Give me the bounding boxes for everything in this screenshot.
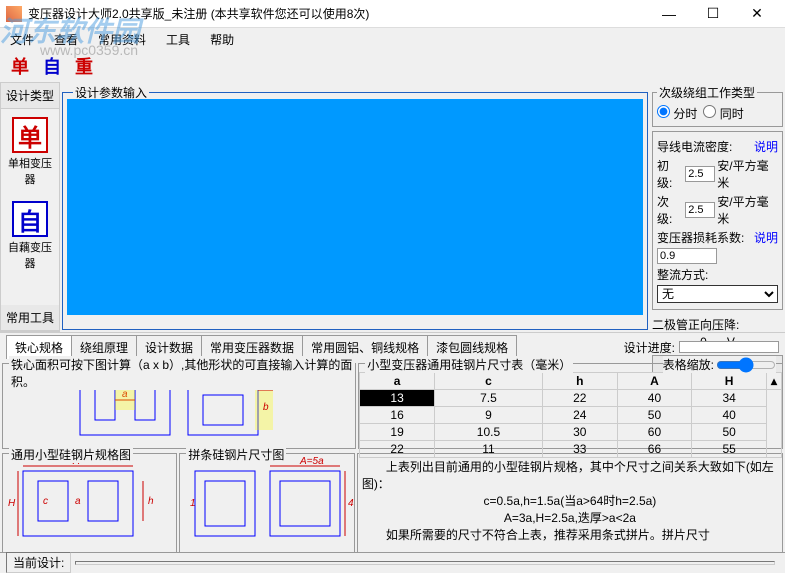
maximize-button[interactable]: ☐ bbox=[691, 1, 735, 27]
primary-label: 初级: bbox=[657, 157, 683, 191]
svg-text:1: 1 bbox=[190, 498, 196, 509]
sidebar-tab-tools[interactable]: 常用工具 bbox=[1, 305, 59, 331]
table-row[interactable]: 137.5224034 bbox=[360, 390, 782, 407]
explain-link[interactable]: 说明 bbox=[754, 229, 778, 246]
menu-file[interactable]: 文件 bbox=[4, 29, 40, 50]
size-table-panel: 小型变压器通用硅钢片尺寸表（毫米） 表格缩放: a c h A H ▴ 137.… bbox=[358, 363, 783, 449]
explain-link[interactable]: 说明 bbox=[754, 138, 778, 155]
rect-select[interactable]: 无 bbox=[657, 285, 778, 303]
scroll-up[interactable]: ▴ bbox=[766, 373, 781, 390]
table-row[interactable]: 169245040 bbox=[360, 407, 782, 424]
zoom-label: 表格缩放: bbox=[663, 356, 714, 373]
core-area-panel: 铁心面积可按下图计算（a x b）,其他形状的可直接输入计算的面积。 a b bbox=[2, 363, 356, 449]
status-current-design: 当前设计: bbox=[6, 552, 71, 573]
note-line: 上表列出目前通用的小型硅钢片规格，其中个尺寸之间关系大致如下(如左图)： bbox=[362, 458, 778, 492]
size-table[interactable]: a c h A H ▴ 137.5224034 169245040 1910.5… bbox=[359, 372, 782, 458]
sidebar-item-auto[interactable]: 自 自藕变压器 bbox=[1, 193, 59, 277]
sidebar-item-label: 自藕变压器 bbox=[5, 239, 55, 271]
tool-auto[interactable]: 自 bbox=[38, 52, 66, 80]
notes-panel: 上表列出目前通用的小型硅钢片规格，其中个尺寸之间关系大致如下(如左图)： c=0… bbox=[357, 453, 783, 559]
secondary-label: 次级: bbox=[657, 193, 683, 227]
app-icon bbox=[6, 6, 22, 22]
svg-text:b: b bbox=[263, 402, 269, 413]
group-title: 次级绕组工作类型 bbox=[657, 84, 757, 101]
loss-input[interactable] bbox=[657, 248, 717, 264]
design-canvas[interactable] bbox=[67, 99, 643, 315]
col-a[interactable]: a bbox=[360, 373, 435, 390]
col-H[interactable]: H bbox=[692, 373, 767, 390]
titlebar: 变压器设计大师2.0共享版_未注册 (本共享软件您还可以使用8次) — ☐ ✕ bbox=[0, 0, 785, 28]
svg-text:c: c bbox=[43, 496, 48, 507]
scrollbar[interactable] bbox=[766, 390, 781, 458]
diode-label: 二极管正向压降: bbox=[652, 316, 739, 333]
auto-transformer-icon: 自 bbox=[12, 201, 48, 237]
single-phase-icon: 单 bbox=[12, 117, 48, 153]
svg-text:H: H bbox=[8, 498, 16, 509]
spec-diagram-panel: 通用小型硅钢片规格图 A H h ca bbox=[2, 453, 177, 559]
primary-input[interactable] bbox=[685, 166, 715, 182]
canvas-frame: 设计参数输入 bbox=[62, 84, 648, 330]
canvas-title: 设计参数输入 bbox=[73, 84, 149, 101]
menu-help[interactable]: 帮助 bbox=[204, 29, 240, 50]
statusbar: 当前设计: bbox=[0, 552, 785, 572]
menubar: 文件 查看 常用资料 工具 帮助 bbox=[0, 28, 785, 50]
unit: 安/平方毫米 bbox=[717, 157, 778, 191]
winding-type-group: 次级绕组工作类型 分时 同时 bbox=[652, 84, 783, 127]
col-A[interactable]: A bbox=[617, 373, 692, 390]
close-button[interactable]: ✕ bbox=[735, 1, 779, 27]
sidebar-tab-design[interactable]: 设计类型 bbox=[1, 83, 59, 109]
panel-title: 铁心面积可按下图计算（a x b）,其他形状的可直接输入计算的面积。 bbox=[9, 356, 355, 390]
svg-text:4.2a: 4.2a bbox=[348, 498, 353, 509]
secondary-input[interactable] bbox=[685, 202, 715, 218]
table-title: 小型变压器通用硅钢片尺寸表（毫米） bbox=[365, 356, 573, 373]
radio-simultaneous[interactable]: 同时 bbox=[703, 105, 743, 122]
current-density-group: 导线电流密度: 说明 初级: 安/平方毫米 次级: 安/平方毫米 变压器损耗系数… bbox=[652, 131, 783, 310]
note-line: A=3a,H=2.5a,迭厚>a<2a bbox=[362, 509, 778, 526]
svg-text:a: a bbox=[75, 496, 81, 507]
sidebar-item-label: 单相变压器 bbox=[5, 155, 55, 187]
zoom-slider[interactable] bbox=[716, 357, 776, 373]
panel-title: 拼条硅钢片尺寸图 bbox=[186, 446, 286, 463]
table-row[interactable]: 1910.5306050 bbox=[360, 424, 782, 441]
toolbar: 单 自 重 bbox=[0, 50, 785, 82]
sidebar: 设计类型 单 单相变压器 自 自藕变压器 常用工具 bbox=[0, 82, 60, 332]
density-label: 导线电流密度: bbox=[657, 138, 732, 155]
strip-diagram-panel: 拼条硅钢片尺寸图 1 A=5a 4.2a bbox=[179, 453, 354, 559]
table-row[interactable]: 2211336655 bbox=[360, 441, 782, 458]
svg-text:A=5a: A=5a bbox=[299, 456, 324, 467]
menu-tools[interactable]: 工具 bbox=[160, 29, 196, 50]
radio-timeshare[interactable]: 分时 bbox=[657, 105, 697, 122]
rect-label: 整流方式: bbox=[657, 266, 708, 283]
spec-diagram: A H h ca bbox=[3, 456, 176, 546]
sidebar-item-single[interactable]: 单 单相变压器 bbox=[1, 109, 59, 193]
svg-text:h: h bbox=[148, 496, 154, 507]
col-h[interactable]: h bbox=[542, 373, 617, 390]
progress-label: 设计进度: bbox=[624, 339, 675, 356]
col-c[interactable]: c bbox=[434, 373, 542, 390]
loss-label: 变压器损耗系数: bbox=[657, 229, 744, 246]
tool-single[interactable]: 单 bbox=[6, 52, 34, 80]
panel-title: 通用小型硅钢片规格图 bbox=[9, 446, 133, 463]
window-title: 变压器设计大师2.0共享版_未注册 (本共享软件您还可以使用8次) bbox=[28, 5, 647, 22]
minimize-button[interactable]: — bbox=[647, 1, 691, 27]
tool-reset[interactable]: 重 bbox=[70, 52, 98, 80]
right-panel: 次级绕组工作类型 分时 同时 导线电流密度: 说明 初级: 安/平方毫米 次级:… bbox=[650, 82, 785, 332]
progress-bar bbox=[679, 341, 779, 353]
note-line: c=0.5a,h=1.5a(当a>64时h=2.5a) bbox=[362, 492, 778, 509]
status-content bbox=[75, 561, 775, 565]
menu-data[interactable]: 常用资料 bbox=[92, 29, 152, 50]
note-line: 如果所需要的尺寸不符合上表，推荐采用条式拼片。拼片尺寸 bbox=[362, 526, 778, 543]
unit: 安/平方毫米 bbox=[717, 193, 778, 227]
strip-diagram: 1 A=5a 4.2a bbox=[180, 456, 353, 546]
menu-view[interactable]: 查看 bbox=[48, 29, 84, 50]
